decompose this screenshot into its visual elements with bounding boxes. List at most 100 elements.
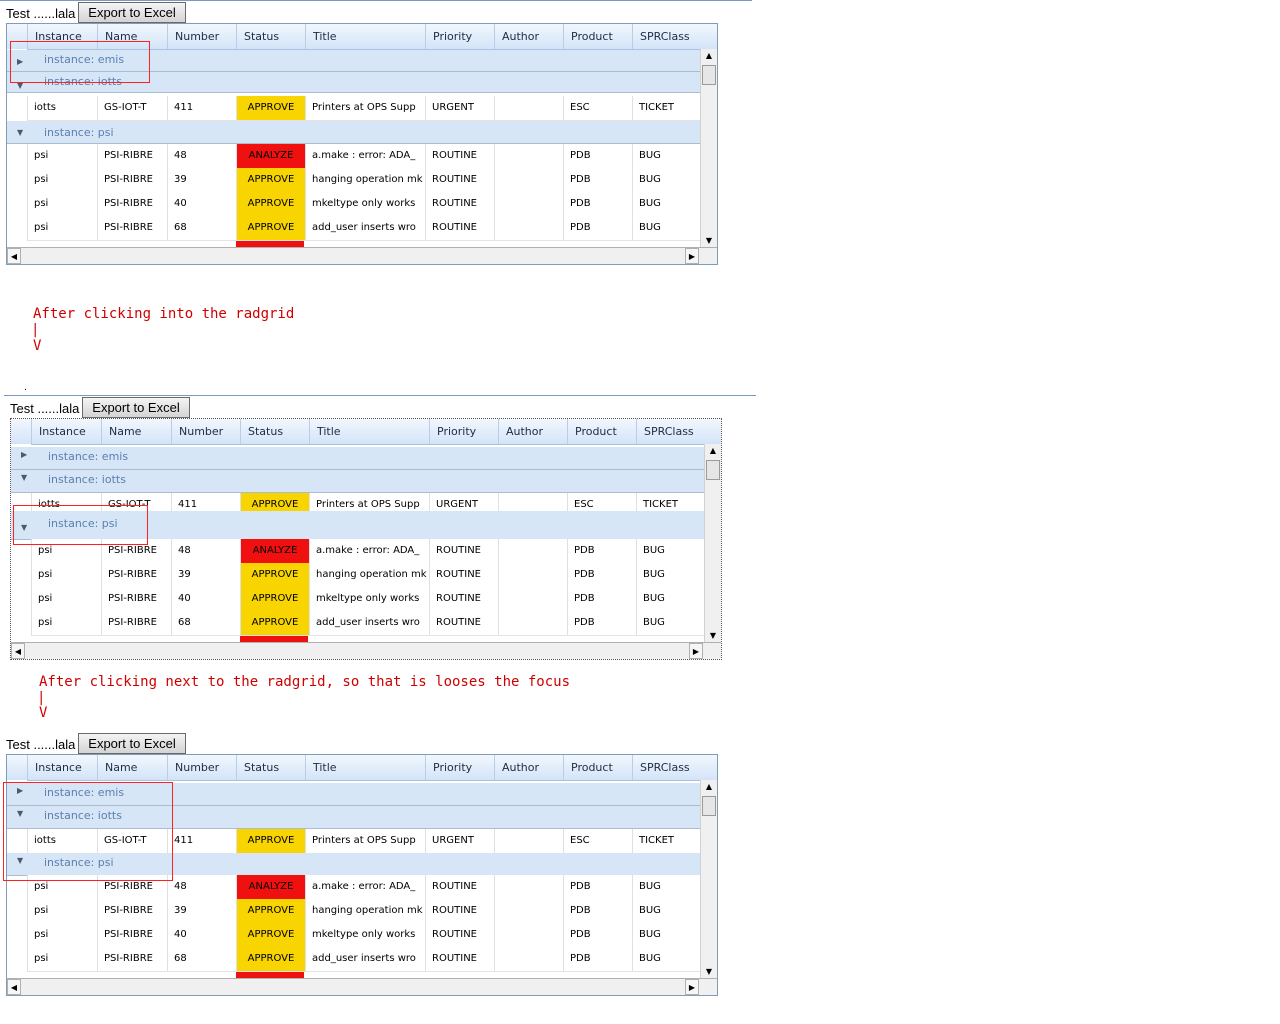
cell-name: PSI-RIBRE (101, 563, 171, 587)
cell-product: PDB (567, 611, 636, 635)
arrow-up-icon[interactable]: ▲ (701, 49, 717, 63)
table-row[interactable]: psi PSI-RIBRE 40 APPROVE mkeltype only w… (31, 587, 705, 612)
group-row-emis[interactable]: ▶ instance: emis (11, 447, 705, 470)
arrow-left-icon[interactable]: ◀ (7, 979, 21, 995)
col-status[interactable]: Status (240, 419, 309, 444)
col-number[interactable]: Number (167, 755, 236, 780)
scroll-thumb[interactable] (706, 460, 720, 480)
cell-product: PDB (567, 539, 636, 563)
col-status[interactable]: Status (236, 24, 305, 49)
table-row[interactable]: psi PSI-RIBRE 48 ANALYZE a.make : error:… (27, 144, 701, 169)
col-priority[interactable]: Priority (425, 24, 494, 49)
col-author[interactable]: Author (494, 24, 563, 49)
col-instance[interactable]: Instance (31, 419, 101, 444)
horizontal-scrollbar[interactable]: ◀ ▶ (7, 247, 717, 264)
arrow-left-icon[interactable]: ◀ (11, 643, 25, 659)
col-status[interactable]: Status (236, 755, 305, 780)
col-name[interactable]: Name (101, 419, 171, 444)
arrow-down-icon[interactable]: ▼ (701, 234, 717, 248)
col-author[interactable]: Author (494, 755, 563, 780)
annotation-arrow-bar: | (31, 322, 40, 338)
table-row[interactable]: psi PSI-RIBRE 40 APPROVE mkeltype only w… (27, 923, 701, 948)
table-row[interactable]: psi PSI-RIBRE 68 APPROVE add_user insert… (27, 947, 701, 972)
annotation-text: After clicking next to the radgrid, so t… (39, 674, 571, 690)
cell-priority: ROUTINE (425, 899, 494, 923)
arrow-up-icon[interactable]: ▲ (705, 444, 721, 458)
table-row[interactable]: psi PSI-RIBRE 39 APPROVE hanging operati… (27, 168, 701, 193)
scroll-thumb[interactable] (702, 65, 716, 85)
arrow-down-icon[interactable]: ▼ (705, 629, 721, 643)
cell-sprclass: BUG (632, 875, 701, 899)
col-number[interactable]: Number (167, 24, 236, 49)
cell-number: 39 (171, 563, 240, 587)
vertical-scrollbar[interactable]: ▲ ▼ (700, 49, 717, 248)
cell-instance: psi (27, 947, 97, 971)
horizontal-scrollbar[interactable]: ◀ ▶ (11, 642, 721, 659)
cell-number: 411 (167, 829, 236, 853)
table-row[interactable]: psi PSI-RIBRE 40 APPROVE mkeltype only w… (27, 192, 701, 217)
horizontal-scrollbar[interactable]: ◀ ▶ (7, 978, 717, 995)
cell-product: PDB (567, 587, 636, 611)
col-title[interactable]: Title (309, 419, 429, 444)
cell-instance: psi (27, 923, 97, 947)
arrow-right-icon[interactable]: ▶ (685, 248, 699, 264)
triangle-right-icon[interactable]: ▶ (21, 450, 27, 459)
cell-title: hanging operation mk (309, 563, 429, 587)
cell-priority: URGENT (425, 829, 494, 853)
table-row[interactable]: psi PSI-RIBRE 39 APPROVE hanging operati… (27, 899, 701, 924)
cell-priority: ROUTINE (425, 923, 494, 947)
arrow-right-icon[interactable]: ▶ (689, 643, 703, 659)
col-title[interactable]: Title (305, 24, 425, 49)
cell-title: a.make : error: ADA_ (305, 144, 425, 168)
cell-instance: psi (27, 144, 97, 168)
cell-status: APPROVE (236, 168, 305, 192)
arrow-up-icon[interactable]: ▲ (701, 780, 717, 794)
col-title[interactable]: Title (305, 755, 425, 780)
cell-title: hanging operation mk (305, 899, 425, 923)
cell-sprclass: BUG (632, 168, 701, 192)
cell-title: mkeltype only works (305, 192, 425, 216)
cell-name: PSI-RIBRE (101, 587, 171, 611)
col-sprclass[interactable]: SPRClass (636, 419, 721, 444)
cell-sprclass: BUG (632, 216, 701, 240)
cell-product: PDB (563, 144, 632, 168)
table-row[interactable]: psi PSI-RIBRE 39 APPROVE hanging operati… (31, 563, 705, 588)
col-instance[interactable]: Instance (27, 755, 97, 780)
table-row[interactable]: psi PSI-RIBRE 68 APPROVE add_user insert… (27, 216, 701, 241)
arrow-right-icon[interactable]: ▶ (685, 979, 699, 995)
group-row-iotts[interactable]: ▼ instance: iotts (11, 470, 705, 493)
export-to-excel-button[interactable]: Export to Excel (82, 397, 190, 418)
col-product[interactable]: Product (567, 419, 636, 444)
cell-author (494, 947, 563, 971)
vertical-scrollbar[interactable]: ▲ ▼ (700, 780, 717, 979)
triangle-down-icon[interactable]: ▼ (17, 128, 23, 137)
cell-author (494, 192, 563, 216)
cell-status: ANALYZE (236, 144, 305, 168)
col-author[interactable]: Author (498, 419, 567, 444)
group-row-psi[interactable]: ▼ instance: psi (7, 121, 701, 144)
cell-instance: psi (31, 563, 101, 587)
col-name[interactable]: Name (97, 755, 167, 780)
arrow-left-icon[interactable]: ◀ (7, 248, 21, 264)
triangle-down-icon[interactable]: ▼ (21, 473, 27, 482)
table-row[interactable]: psi PSI-RIBRE 68 APPROVE add_user insert… (31, 611, 705, 636)
col-product[interactable]: Product (563, 24, 632, 49)
col-priority[interactable]: Priority (429, 419, 498, 444)
col-product[interactable]: Product (563, 755, 632, 780)
toolbar: Test ......lala Export to Excel (10, 397, 200, 419)
scroll-thumb[interactable] (702, 796, 716, 816)
col-sprclass[interactable]: SPRClass (632, 755, 717, 780)
vertical-scrollbar[interactable]: ▲ ▼ (704, 444, 721, 643)
col-sprclass[interactable]: SPRClass (632, 24, 717, 49)
col-number[interactable]: Number (171, 419, 240, 444)
arrow-down-icon[interactable]: ▼ (701, 965, 717, 979)
export-to-excel-button[interactable]: Export to Excel (78, 2, 186, 23)
group-label: instance: emis (48, 450, 129, 463)
export-to-excel-button[interactable]: Export to Excel (78, 733, 186, 754)
table-row[interactable]: iotts GS-IOT-T 411 APPROVE Printers at O… (27, 96, 701, 121)
cell-number: 411 (167, 96, 236, 120)
cell-sprclass: BUG (632, 144, 701, 168)
col-priority[interactable]: Priority (425, 755, 494, 780)
cell-priority: ROUTINE (425, 947, 494, 971)
cell-status: APPROVE (240, 587, 309, 611)
